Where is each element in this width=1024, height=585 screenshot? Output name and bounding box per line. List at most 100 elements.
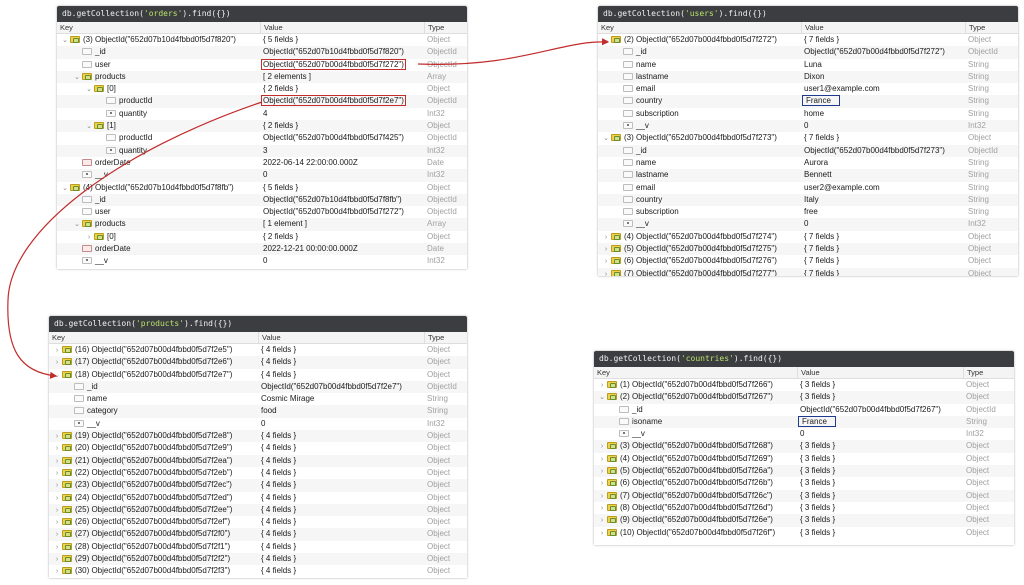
value-cell[interactable]: free	[801, 206, 965, 218]
value-cell[interactable]: Bennett	[801, 169, 965, 181]
value-cell[interactable]: { 3 fields }	[797, 440, 963, 452]
query-bar[interactable]: db.getCollection('countries').find({})	[594, 351, 1014, 367]
expand-arrow-icon[interactable]: ›	[598, 478, 606, 489]
value-cell[interactable]: { 5 fields }	[260, 182, 424, 194]
tree-row[interactable]: user ObjectId("652d07b00d4fbbd0f5d7f272")…	[57, 206, 467, 218]
tree-row[interactable]: country Italy String	[598, 193, 1018, 207]
expand-arrow-icon[interactable]: ›	[602, 269, 610, 276]
value-cell[interactable]: 0	[801, 120, 965, 132]
key-column-header[interactable]: Key	[49, 332, 258, 343]
value-cell[interactable]: [ 2 elements ]	[260, 71, 424, 83]
tree-row[interactable]: › (6) ObjectId("652d07b00d4fbbd0f5d7f26b"…	[594, 477, 1014, 489]
tree-row[interactable]: subscription free String	[598, 206, 1018, 218]
expand-arrow-icon[interactable]: ›	[53, 431, 61, 442]
expand-arrow-icon[interactable]: ›	[53, 345, 61, 356]
key-column-header[interactable]: Key	[598, 22, 801, 33]
tree-row[interactable]: lastname Dixon String	[598, 70, 1018, 84]
tree-row[interactable]: › (29) ObjectId("652d07b00d4fbbd0f5d7f2f2…	[49, 553, 467, 566]
tree-row[interactable]: subscription home String	[598, 108, 1018, 120]
value-cell[interactable]: { 4 fields }	[258, 528, 424, 540]
value-cell[interactable]: 0	[801, 218, 965, 230]
tree-row[interactable]: __v 0 Int32	[49, 418, 467, 430]
expand-arrow-icon[interactable]: ›	[598, 528, 606, 539]
expand-arrow-icon[interactable]: ›	[53, 456, 61, 467]
value-cell[interactable]: { 4 fields }	[258, 344, 424, 356]
value-cell[interactable]: { 4 fields }	[258, 369, 424, 381]
tree-row[interactable]: › (25) ObjectId("652d07b00d4fbbd0f5d7f2ee…	[49, 503, 467, 517]
tree-row[interactable]: category food String	[49, 405, 467, 418]
tree-row[interactable]: › (3) ObjectId("652d07b00d4fbbd0f5d7f268"…	[594, 440, 1014, 453]
value-cell[interactable]: { 3 fields }	[797, 465, 963, 477]
tree-row[interactable]: quantity 3 Int32	[57, 144, 467, 157]
tree-row[interactable]: › (4) ObjectId("652d07b00d4fbbd0f5d7f274"…	[598, 231, 1018, 243]
expand-arrow-icon[interactable]: ›	[598, 454, 606, 465]
value-cell[interactable]: user1@example.com	[801, 83, 965, 95]
collapse-arrow-icon[interactable]: ⌄	[85, 121, 93, 132]
expand-arrow-icon[interactable]: ›	[598, 503, 606, 514]
value-cell[interactable]: { 4 fields }	[258, 492, 424, 504]
tree-row[interactable]: name Luna String	[598, 59, 1018, 71]
value-cell[interactable]: 3	[260, 145, 424, 157]
collapse-arrow-icon[interactable]: ⌄	[61, 35, 69, 46]
value-cell[interactable]: { 2 fields }	[260, 231, 424, 243]
tree-row[interactable]: name Aurora String	[598, 157, 1018, 169]
expand-arrow-icon[interactable]: ›	[598, 380, 606, 391]
tree-row[interactable]: › (27) ObjectId("652d07b00d4fbbd0f5d7f2f0…	[49, 528, 467, 541]
expand-arrow-icon[interactable]: ›	[53, 493, 61, 504]
tree-row[interactable]: ⌄ products [ 1 element ] Array	[57, 218, 467, 231]
value-cell[interactable]: ObjectId("652d07b10d4fbbd0f5d7f820")	[260, 46, 424, 58]
value-column-header[interactable]: Value	[801, 22, 965, 33]
value-cell[interactable]: Dixon	[801, 71, 965, 83]
value-cell[interactable]: { 7 fields }	[801, 268, 965, 276]
value-cell[interactable]: { 3 fields }	[797, 379, 963, 391]
tree-row[interactable]: _id ObjectId("652d07b00d4fbbd0f5d7f2e7") O…	[49, 380, 467, 394]
expand-arrow-icon[interactable]: ›	[53, 505, 61, 516]
tree-row[interactable]: › (26) ObjectId("652d07b00d4fbbd0f5d7f2ef…	[49, 516, 467, 528]
expand-arrow-icon[interactable]: ›	[53, 529, 61, 540]
value-cell[interactable]: ObjectId("652d07b00d4fbbd0f5d7f272")	[260, 58, 424, 71]
tree-row[interactable]: productId ObjectId("652d07b00d4fbbd0f5d7f…	[57, 132, 467, 144]
tree-row[interactable]: __v 0 Int32	[598, 218, 1018, 231]
value-cell[interactable]: ObjectId("652d07b00d4fbbd0f5d7f272")	[260, 206, 424, 218]
key-column-header[interactable]: Key	[57, 22, 260, 33]
value-cell[interactable]: { 7 fields }	[801, 231, 965, 243]
type-column-header[interactable]: Type	[963, 367, 1014, 378]
value-cell[interactable]: 4	[260, 108, 424, 120]
collapse-arrow-icon[interactable]: ⌄	[61, 183, 69, 194]
value-cell[interactable]: Luna	[801, 59, 965, 71]
tree-row[interactable]: email user2@example.com String	[598, 182, 1018, 194]
tree-row[interactable]: › (9) ObjectId("652d07b00d4fbbd0f5d7f26e"…	[594, 514, 1014, 527]
tree-row[interactable]: › (20) ObjectId("652d07b00d4fbbd0f5d7f2e9…	[49, 442, 467, 454]
query-bar[interactable]: db.getCollection('products').find({})	[49, 316, 467, 332]
value-cell[interactable]: ObjectId("652d07b00d4fbbd0f5d7f2e7")	[260, 95, 424, 107]
tree-row[interactable]: › (10) ObjectId("652d07b00d4fbbd0f5d7f26f…	[594, 527, 1014, 539]
value-cell[interactable]: { 4 fields }	[258, 442, 424, 454]
value-cell[interactable]: 0	[260, 255, 424, 267]
tree-row[interactable]: ⌄ (18) ObjectId("652d07b00d4fbbd0f5d7f2e7…	[49, 369, 467, 381]
value-column-header[interactable]: Value	[260, 22, 424, 33]
tree-row[interactable]: › (1) ObjectId("652d07b00d4fbbd0f5d7f266"…	[594, 379, 1014, 391]
tree-row[interactable]: › (24) ObjectId("652d07b00d4fbbd0f5d7f2ed…	[49, 492, 467, 504]
expand-arrow-icon[interactable]: ›	[53, 468, 61, 479]
tree-row[interactable]: › (19) ObjectId("652d07b00d4fbbd0f5d7f2e8…	[49, 430, 467, 443]
tree-row[interactable]: orderDate 2022-12-21 00:00:00.000Z Date	[57, 243, 467, 256]
tree-row[interactable]: › (22) ObjectId("652d07b00d4fbbd0f5d7f2eb…	[49, 467, 467, 479]
tree-row[interactable]: __v 0 Int32	[57, 255, 467, 267]
type-column-header[interactable]: Type	[965, 22, 1018, 33]
value-cell[interactable]: ObjectId("652d07b00d4fbbd0f5d7f273")	[801, 145, 965, 157]
tree-row[interactable]: orderDate 2022-06-14 22:00:00.000Z Date	[57, 157, 467, 169]
key-column-header[interactable]: Key	[594, 367, 797, 378]
value-cell[interactable]: { 3 fields }	[797, 514, 963, 526]
value-cell[interactable]: { 4 fields }	[258, 467, 424, 479]
expand-arrow-icon[interactable]: ›	[85, 232, 93, 243]
value-cell[interactable]: user2@example.com	[801, 182, 965, 194]
tree-row[interactable]: ⌄ (3) ObjectId("652d07b00d4fbbd0f5d7f273"…	[598, 132, 1018, 144]
tree-row[interactable]: › (8) ObjectId("652d07b00d4fbbd0f5d7f26d"…	[594, 502, 1014, 514]
expand-arrow-icon[interactable]: ›	[598, 491, 606, 502]
value-cell[interactable]: ObjectId("652d07b10d4fbbd0f5d7f8fb")	[260, 194, 424, 206]
value-cell[interactable]: { 7 fields }	[801, 132, 965, 144]
collapse-arrow-icon[interactable]: ⌄	[73, 72, 81, 83]
expand-arrow-icon[interactable]: ›	[53, 517, 61, 528]
tree-row[interactable]: › (23) ObjectId("652d07b00d4fbbd0f5d7f2ec…	[49, 479, 467, 492]
tree-row[interactable]: › (21) ObjectId("652d07b00d4fbbd0f5d7f2ea…	[49, 454, 467, 467]
